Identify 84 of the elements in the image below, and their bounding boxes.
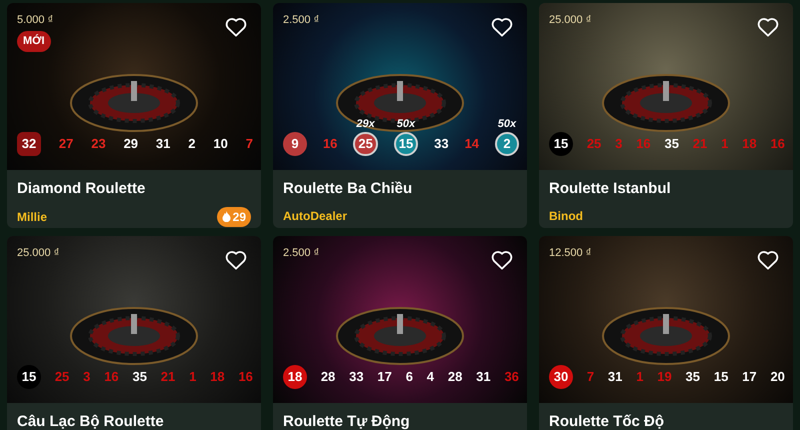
result-number: 33 [349,368,364,386]
result-number: 31 [476,368,491,386]
heart-icon[interactable] [225,17,247,37]
result-number: 1 [189,368,196,386]
result-number: 16 [636,135,651,154]
heart-icon[interactable] [491,250,513,270]
heart-icon[interactable] [757,250,779,270]
price-label: 25.000 ₫ [549,13,592,28]
result-number: 16 [104,368,119,386]
result-number: 21 [160,368,176,386]
player-count-badge: 29 [216,206,251,226]
result-number: 16 [322,135,338,154]
game-card[interactable]: 2.500 ₫ 18 28 33 17 6 4 28 31 36 Roulette Tự Động [273,236,527,430]
heart-icon[interactable] [757,17,779,37]
result-number: 15 [394,132,418,156]
result-number: 35 [132,368,147,386]
result-number: 36 [504,368,519,386]
result-number: 14 [464,135,480,154]
result-number: 18 [283,365,307,389]
result-number: 2 [188,135,196,154]
game-card[interactable]: 25.000 ₫ 15 25 3 16 35 21 1 18 16 Câu Lạc Bộ Roulette [7,236,261,430]
heart-icon[interactable] [491,17,513,37]
game-card[interactable]: 12.500 ₫ 30 7 31 1 19 35 15 17 20 Roulette Tốc Độ [539,236,793,430]
game-title: Roulette Tốc Độ [549,412,665,430]
game-title: Roulette Ba Chiều [283,179,414,199]
multiplier-label: 50x [396,119,416,130]
result-number: 21 [692,135,708,154]
result-number: 4 [426,368,434,386]
result-number: 23 [91,135,106,154]
result-number: 16 [238,368,253,386]
price-label: 5.000 ₫ [17,13,54,28]
result-number: 32 [17,132,41,156]
dealer-name: AutoDealer [283,208,348,224]
result-number: 18 [210,368,225,386]
heart-icon[interactable] [225,250,247,270]
price-label: 25.000 ₫ [17,246,60,261]
result-number: 6 [406,368,413,386]
result-number: 33 [434,135,449,154]
game-card[interactable]: 2.500 ₫ 9 16 29x 25 50x 15 33 14 50x 2 Roulette Ba Chiều AutoDealer [273,3,527,228]
dealer-name: Binod [549,208,583,224]
result-number: 30 [549,365,573,389]
result-number: 35 [664,135,679,154]
result-number: 25 [54,368,70,386]
result-number: 28 [320,368,336,386]
result-number: 35 [686,368,700,386]
game-title: Diamond Roulette [17,179,146,199]
result-number: 25 [586,135,602,154]
result-number: 25 [353,132,378,156]
result-number: 10 [213,135,228,154]
flame-icon [222,211,231,222]
result-number: 17 [742,368,757,386]
result-number: 1 [721,135,728,154]
game-title: Câu Lạc Bộ Roulette [17,412,165,430]
game-card[interactable]: 25.000 ₫ 15 25 3 16 35 21 1 18 16 Roulette Istanbul Binod [539,3,793,228]
price-label: 2.500 ₫ [283,246,320,261]
price-label: 2.500 ₫ [283,13,320,28]
result-number: 16 [770,135,785,154]
multiplier-label: 29x [356,119,375,130]
result-number: 29 [124,135,138,154]
result-number: 7 [246,135,253,154]
result-number: 15 [549,132,573,156]
result-number: 7 [586,368,594,386]
result-number: 15 [17,365,41,389]
result-number: 31 [156,135,170,154]
result-number: 18 [742,135,757,154]
multiplier-label: 50x [498,119,516,130]
result-number: 1 [636,368,644,386]
result-number: 20 [770,368,785,386]
result-number: 17 [377,368,392,386]
result-number: 19 [657,368,672,386]
game-card[interactable]: 5.000 ₫ MỚI 32 27 23 29 31 2 10 7 Diamond Roulette Millie 29 [7,3,261,228]
game-title: Roulette Istanbul [549,179,672,199]
game-title: Roulette Tự Động [283,412,411,430]
result-number: 28 [448,368,462,386]
new-badge: MỚI [17,31,51,52]
result-number: 2 [494,132,519,156]
result-number: 31 [608,368,622,386]
result-number: 3 [615,135,622,154]
result-number: 27 [58,135,74,154]
price-label: 12.500 ₫ [549,246,592,261]
result-number: 9 [283,132,307,156]
result-number: 3 [83,368,90,386]
result-number: 15 [714,368,728,386]
dealer-name: Millie [17,208,48,226]
